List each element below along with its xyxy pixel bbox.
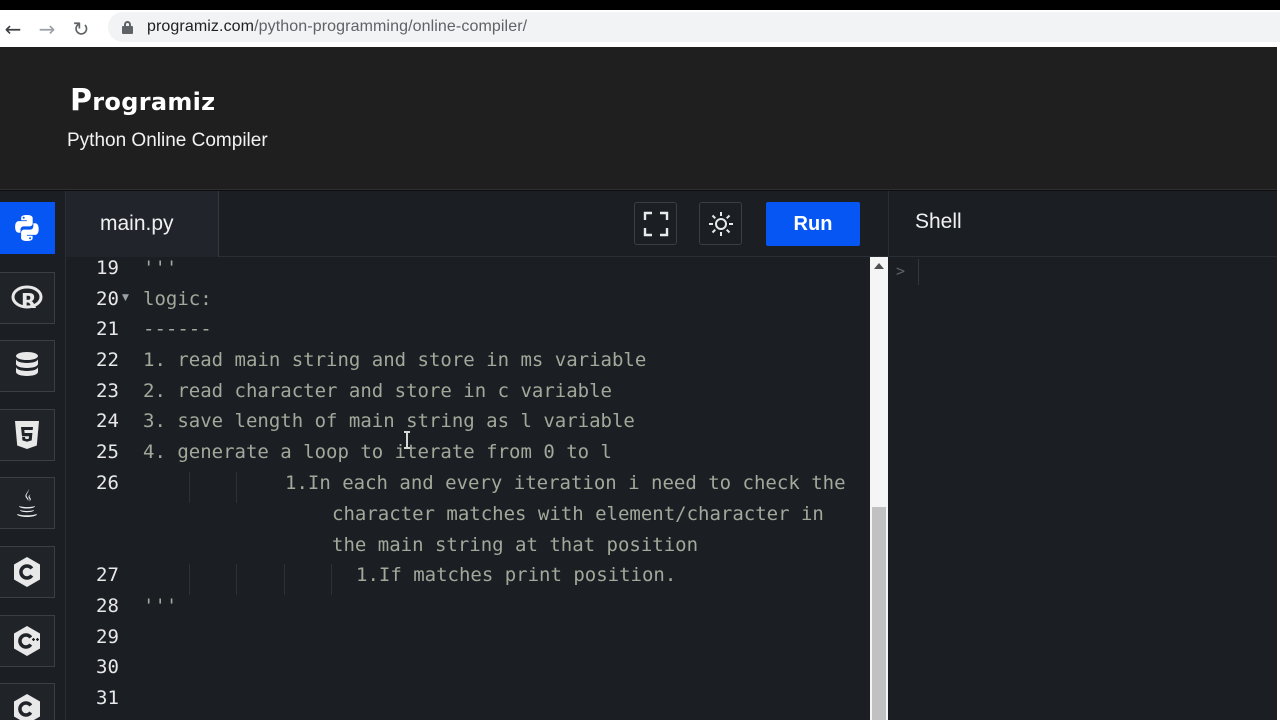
forward-arrow-icon[interactable]: → xyxy=(30,14,64,44)
python-icon xyxy=(15,215,39,241)
sidebar-item-r[interactable]: R xyxy=(0,272,55,324)
csharp-icon xyxy=(14,694,40,720)
r-icon: R xyxy=(11,285,43,312)
reload-icon[interactable]: ↻ xyxy=(64,14,98,44)
text-cursor-icon xyxy=(404,431,410,449)
url-text: programiz.com/python-programming/online-… xyxy=(147,18,528,35)
indent-guide xyxy=(236,472,237,503)
scrollbar-thumb[interactable] xyxy=(872,507,886,720)
site-header: Programiz Python Online Compiler xyxy=(0,47,1277,190)
code-line-wrapped: the main string at that position xyxy=(332,534,699,556)
line-number: 21 xyxy=(96,318,119,340)
editor-toolbar: main.py Run xyxy=(66,191,888,257)
line-number: 31 xyxy=(96,687,119,709)
code-line: ''' xyxy=(143,257,178,279)
line-number: 20 xyxy=(96,288,119,310)
shell-header: Shell xyxy=(888,191,1277,257)
line-number: 25 xyxy=(96,441,119,463)
back-arrow-icon[interactable]: ← xyxy=(0,14,30,44)
indent-guide xyxy=(189,564,190,595)
sidebar-item-html[interactable] xyxy=(0,409,55,461)
code-line: 4. generate a loop to iterate from 0 to … xyxy=(143,441,612,463)
shell-prompt: > xyxy=(896,262,906,280)
code-editor[interactable]: 19 20 ▼ 21 22 23 24 25 26 27 28 29 30 31… xyxy=(66,257,870,720)
programiz-logo[interactable]: Programiz xyxy=(70,83,215,118)
indent-guide xyxy=(284,564,285,595)
page-title: Python Online Compiler xyxy=(67,130,268,151)
address-bar[interactable]: programiz.com/python-programming/online-… xyxy=(108,12,1280,42)
indent-guide xyxy=(236,564,237,595)
line-number: 19 xyxy=(96,257,119,279)
code-line: logic: xyxy=(143,288,212,310)
sidebar-item-python[interactable] xyxy=(0,202,55,254)
code-line: ''' xyxy=(143,595,178,617)
browser-toolbar: ← → ↻ programiz.com/python-programming/o… xyxy=(0,10,1280,47)
sidebar-item-java[interactable] xyxy=(0,477,55,529)
fullscreen-icon xyxy=(643,211,668,236)
line-number: 26 xyxy=(96,472,119,494)
sun-icon xyxy=(708,211,733,236)
html5-icon xyxy=(15,421,39,449)
code-line: ------ xyxy=(143,318,212,340)
lock-icon xyxy=(122,20,133,34)
shell-divider xyxy=(918,259,919,285)
database-icon xyxy=(16,352,38,376)
line-number-gutter: 19 20 ▼ 21 22 23 24 25 26 27 28 29 30 31 xyxy=(66,257,134,720)
code-line: 1.In each and every iteration i need to … xyxy=(285,472,846,494)
svg-text:R: R xyxy=(21,289,36,312)
code-line: 2. read character and store in c variabl… xyxy=(143,380,612,402)
fullscreen-button[interactable] xyxy=(634,202,677,245)
line-number: 24 xyxy=(96,410,119,432)
code-line: 1.If matches print position. xyxy=(356,564,677,586)
code-line-wrapped: character matches with element/character… xyxy=(332,503,824,525)
line-number: 27 xyxy=(96,564,119,586)
sidebar-item-csharp[interactable] xyxy=(0,683,55,720)
shell-output[interactable]: > xyxy=(888,257,1277,720)
java-icon xyxy=(17,489,37,517)
sidebar-item-cpp[interactable] xyxy=(0,615,55,667)
fold-arrow-icon[interactable]: ▼ xyxy=(122,293,129,303)
line-number: 29 xyxy=(96,626,119,648)
code-line: 3. save length of main string as l varia… xyxy=(143,410,635,432)
scroll-up-arrow-icon[interactable] xyxy=(874,263,884,269)
indent-guide xyxy=(331,564,332,595)
sidebar-item-c[interactable] xyxy=(0,546,55,598)
line-number: 28 xyxy=(96,595,119,617)
tab-main-py[interactable]: main.py xyxy=(66,191,219,257)
cpp-icon xyxy=(14,626,40,656)
code-line: 1. read main string and store in ms vari… xyxy=(143,349,647,371)
indent-guide xyxy=(189,472,190,503)
language-sidebar: R xyxy=(0,191,66,720)
line-number: 22 xyxy=(96,349,119,371)
run-button[interactable]: Run xyxy=(766,202,860,246)
shell-title: Shell xyxy=(915,210,962,233)
sidebar-item-sql[interactable] xyxy=(0,340,55,392)
line-number: 30 xyxy=(96,656,119,678)
theme-toggle-button[interactable] xyxy=(699,202,742,245)
c-icon xyxy=(14,557,40,587)
line-number: 23 xyxy=(96,380,119,402)
editor-scrollbar[interactable] xyxy=(870,257,888,720)
window-top-edge xyxy=(0,0,1280,10)
